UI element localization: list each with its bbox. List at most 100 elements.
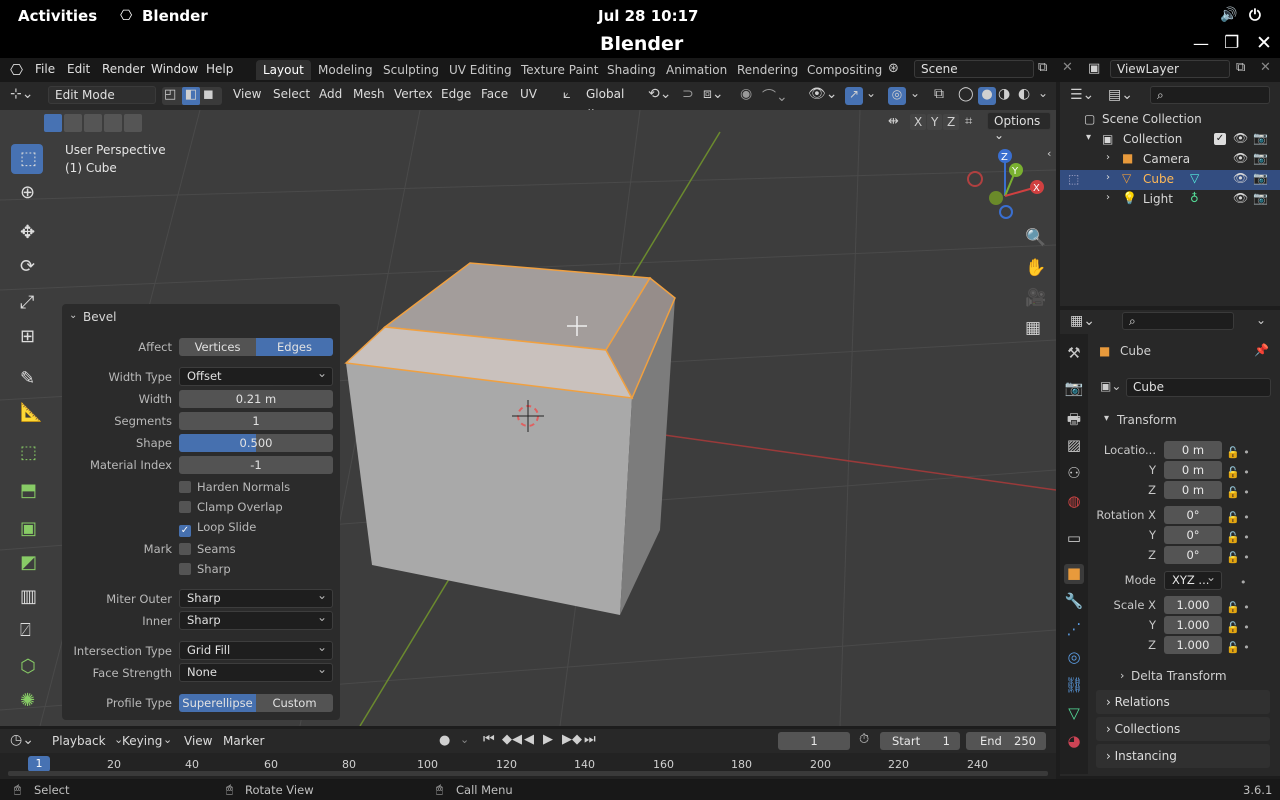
tab-uv-editing[interactable]: UV Editing — [442, 60, 519, 80]
play-icon[interactable]: ▶ — [543, 732, 553, 747]
mesh-data-icon[interactable]: ▽ — [1190, 171, 1199, 185]
relations-section[interactable]: › Relations — [1096, 690, 1270, 714]
expand-icon[interactable]: › — [1106, 192, 1110, 203]
gizmo-toggle-icon[interactable]: ↗ — [845, 87, 863, 105]
profile-custom-button[interactable]: Custom — [256, 694, 333, 712]
editor-type-icon[interactable]: ⊹⌄ — [10, 86, 33, 102]
measure-tool[interactable] — [11, 398, 43, 428]
view-layer-icon[interactable]: ▣ — [1088, 61, 1100, 76]
current-frame-field[interactable]: 1 — [778, 732, 850, 750]
jump-start-icon[interactable]: ⏮ — [483, 732, 495, 747]
menu-edit[interactable]: Edit — [67, 62, 90, 76]
knife-tool[interactable] — [11, 616, 43, 646]
output-tab-icon[interactable]: 🖶 — [1064, 409, 1084, 429]
outliner-row-collection[interactable]: ▾ ▣ Collection ✓ 👁 📷 — [1060, 130, 1280, 150]
outliner-row-cube[interactable]: ⬚ › ▽ Cube ▽ 👁 📷 — [1060, 170, 1280, 190]
particles-tab-icon[interactable]: ⋰ — [1064, 620, 1084, 640]
pivot-icon[interactable]: ⟲⌄ — [648, 86, 671, 102]
modifier-tab-icon[interactable]: 🔧 — [1064, 592, 1084, 612]
scene-icon[interactable]: ⊛ — [888, 61, 899, 76]
lock-icon[interactable]: 🔓 • — [1226, 443, 1266, 463]
scale-x[interactable]: 1.000 — [1164, 596, 1222, 614]
invert-selection-icon[interactable] — [104, 114, 122, 132]
material-index-field[interactable]: -1 — [179, 456, 333, 474]
location-y[interactable]: 0 m — [1164, 461, 1222, 479]
render-tab-icon[interactable]: 📷 — [1064, 379, 1084, 399]
eye-icon[interactable]: 👁 — [1233, 191, 1248, 205]
vp-menu-edge[interactable]: Edge — [441, 87, 471, 101]
play-reverse-icon[interactable]: ◀ — [524, 732, 534, 747]
next-keyframe-icon[interactable]: ▶◆ — [562, 732, 582, 747]
extrude-tool[interactable] — [11, 476, 43, 506]
width-type-dropdown[interactable]: Offset — [179, 365, 333, 386]
subtract-selection-icon[interactable] — [84, 114, 102, 132]
timeline-menu-keying[interactable]: Keying — [122, 734, 162, 748]
tab-rendering[interactable]: Rendering — [730, 60, 805, 80]
navigation-gizmo[interactable]: Z Y X — [967, 149, 1044, 219]
lock-icon[interactable]: 🔓 • — [1226, 638, 1266, 658]
object-name-field[interactable]: Cube — [1126, 378, 1271, 397]
object-browse-icon[interactable]: ▣⌄ — [1100, 379, 1121, 393]
camera-view-icon[interactable]: 🎥 — [1025, 288, 1046, 308]
view-layer-tab-icon[interactable]: ▨ — [1064, 436, 1084, 456]
timeline-menu-playback[interactable]: Playback — [52, 734, 106, 748]
eye-icon[interactable]: 👁 — [1233, 171, 1248, 185]
transform-tool[interactable] — [11, 322, 43, 352]
rotation-z[interactable]: 0° — [1164, 546, 1222, 564]
end-frame-field[interactable]: End 250 — [966, 732, 1046, 750]
spin-tool[interactable] — [11, 686, 43, 716]
overlay-toggle-icon[interactable]: ◎ — [888, 87, 906, 105]
scene-field[interactable]: Scene — [914, 60, 1034, 78]
keyframe-dot[interactable]: • — [1226, 573, 1266, 593]
exclude-checkbox[interactable]: ✓ — [1214, 133, 1226, 145]
inset-tool[interactable] — [11, 514, 43, 544]
loop-cut-tool[interactable] — [11, 582, 43, 612]
rotate-tool[interactable] — [11, 252, 43, 282]
tool-tab-icon[interactable]: ⚒ — [1064, 344, 1084, 364]
properties-editor-icon[interactable]: ▦⌄ — [1070, 313, 1095, 329]
world-tab-icon[interactable]: ◍ — [1064, 492, 1084, 512]
rotation-x[interactable]: 0° — [1164, 506, 1222, 524]
intersect-selection-icon[interactable] — [124, 114, 142, 132]
rotation-mode-dropdown[interactable]: XYZ ... — [1164, 569, 1222, 590]
snap-icon[interactable]: ⊃ — [682, 86, 694, 102]
segments-field[interactable]: 1 — [179, 412, 333, 430]
outliner-row-scene-collection[interactable]: ▢ Scene Collection — [1060, 110, 1280, 130]
affect-vertices-button[interactable]: Vertices — [179, 338, 256, 356]
lock-icon[interactable]: 🔓 • — [1226, 463, 1266, 483]
cube-mesh[interactable] — [344, 262, 676, 615]
menu-file[interactable]: File — [35, 62, 55, 76]
blender-logo-icon[interactable]: ⎔ — [10, 61, 23, 79]
outliner-row-camera[interactable]: › ■ Camera 👁 📷 — [1060, 150, 1280, 170]
rotation-y[interactable]: 0° — [1164, 526, 1222, 544]
location-z[interactable]: 0 m — [1164, 481, 1222, 499]
camera-render-icon[interactable]: 📷 — [1253, 131, 1268, 145]
keying-menu-icon[interactable]: ⌄ — [460, 733, 469, 746]
camera-render-icon[interactable]: 📷 — [1253, 191, 1268, 205]
tab-animation[interactable]: Animation — [659, 60, 734, 80]
material-tab-icon[interactable]: ◕ — [1064, 732, 1084, 752]
move-tool[interactable] — [11, 218, 43, 248]
vp-menu-add[interactable]: Add — [319, 87, 342, 101]
auto-keying-icon[interactable]: ● — [439, 733, 450, 748]
vp-menu-select[interactable]: Select — [273, 87, 310, 101]
lock-icon[interactable]: 🔓 • — [1226, 598, 1266, 618]
timeline-ruler[interactable]: 1 20 40 60 80 100 120 140 160 180 200 22… — [0, 753, 1056, 779]
mirror-z-toggle[interactable]: Z — [943, 114, 960, 130]
zoom-icon[interactable]: 🔍 — [1025, 228, 1046, 248]
mark-seams-checkbox[interactable]: Seams — [179, 542, 236, 556]
light-data-icon[interactable]: ♁ — [1190, 191, 1199, 205]
poly-build-tool[interactable] — [11, 652, 43, 682]
solid-shading-icon[interactable]: ● — [978, 87, 996, 105]
face-select-icon[interactable]: ◼ — [203, 87, 214, 102]
expand-icon[interactable]: › — [1106, 172, 1110, 183]
panel-collapse-icon[interactable]: ⌄ — [69, 310, 77, 321]
scale-tool[interactable] — [11, 288, 43, 318]
affect-edges-button[interactable]: Edges — [256, 338, 333, 356]
maximize-icon[interactable]: ❐ — [1224, 33, 1239, 53]
lock-icon[interactable]: 🔓 • — [1226, 528, 1266, 548]
lock-icon[interactable]: 🔓 • — [1226, 618, 1266, 638]
shading-menu-icon[interactable]: ⌄ — [1038, 86, 1048, 100]
tab-shading[interactable]: Shading — [600, 60, 663, 80]
shape-slider[interactable]: 0.500 — [179, 434, 333, 452]
